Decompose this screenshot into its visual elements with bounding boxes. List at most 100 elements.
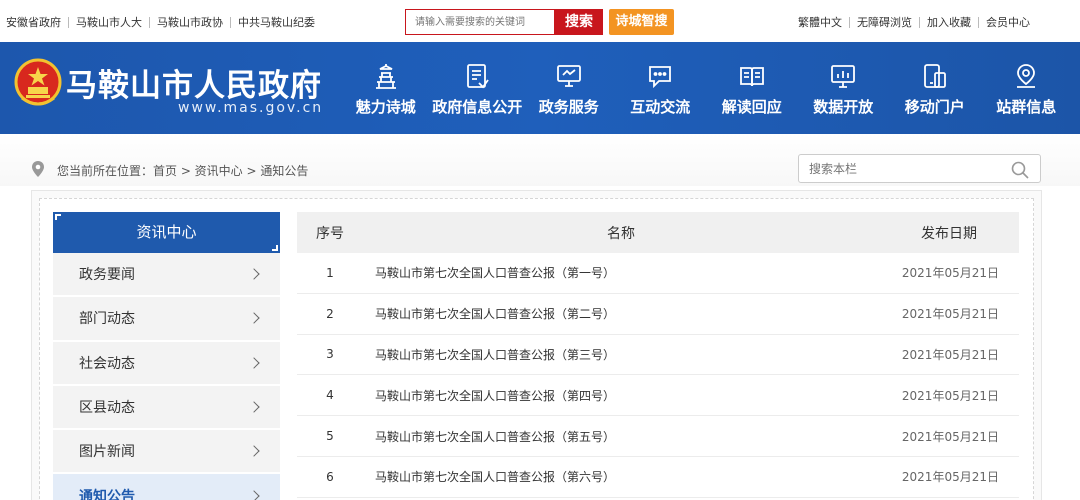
- chart-screen-icon: [831, 65, 856, 88]
- row-number: 4: [326, 388, 334, 403]
- chevron-right-icon: [248, 312, 260, 325]
- row-number: 2: [326, 306, 334, 321]
- nav-label: 互动交流: [630, 98, 691, 116]
- divider: [149, 16, 150, 28]
- table-row: 5 马鞍山市第七次全国人口普查公报（第五号） 2021年05月21日: [297, 416, 1019, 457]
- nav-mobile-portal[interactable]: 移动门户: [889, 42, 981, 134]
- nav-gov-info-public[interactable]: 政府信息公开: [432, 42, 524, 134]
- nav-interaction[interactable]: 互动交流: [615, 42, 707, 134]
- tower-icon: [375, 64, 396, 89]
- sidebar-item-dept-news[interactable]: 部门动态: [53, 297, 280, 342]
- nav-label: 解读回应: [721, 98, 782, 116]
- member-center-link[interactable]: 会员中心: [986, 14, 1030, 30]
- nav-site-group[interactable]: 站群信息: [981, 42, 1073, 134]
- sidebar-item-county-news[interactable]: 区县动态: [53, 385, 280, 431]
- sidebar-item-social-news[interactable]: 社会动态: [53, 341, 280, 386]
- breadcrumb: 您当前所在位置：首页 > 资讯中心 > 通知公告: [57, 164, 309, 178]
- traditional-chinese-link[interactable]: 繁體中文: [798, 14, 842, 30]
- chat-icon: [649, 66, 672, 89]
- row-title-link[interactable]: 马鞍山市第七次全国人口普查公报（第四号）: [363, 387, 879, 404]
- link-anhui-gov[interactable]: 安徽省政府: [6, 14, 61, 30]
- sidebar-item-label: 区县动态: [79, 400, 135, 417]
- table-row: 6 马鞍山市第七次全国人口普查公报（第六号） 2021年05月21日: [297, 457, 1019, 498]
- table-row: 2 马鞍山市第七次全国人口普查公报（第二号） 2021年05月21日: [297, 294, 1019, 335]
- smart-search-button[interactable]: 诗城智搜: [609, 9, 674, 35]
- nav-gov-services[interactable]: 政务服务: [523, 42, 615, 134]
- nav-label: 数据开放: [813, 98, 874, 116]
- link-mas-discipline[interactable]: 中共马鞍山纪委: [238, 14, 315, 30]
- divider: [68, 16, 69, 28]
- row-title-link[interactable]: 马鞍山市第七次全国人口普查公报（第三号）: [363, 346, 879, 363]
- sidebar: 资讯中心 政务要闻 部门动态 社会动态 区县动态 图片新闻 通知公告: [53, 212, 280, 500]
- breadcrumb-bar: 您当前所在位置：首页 > 资讯中心 > 通知公告: [0, 134, 1080, 186]
- corner-decoration: [55, 214, 61, 220]
- location-pin-icon: [32, 161, 44, 177]
- utility-links: 繁體中文 无障碍浏览 加入收藏 会员中心: [798, 14, 1030, 30]
- nav-interpretation[interactable]: 解读回应: [706, 42, 798, 134]
- nav-label: 政府信息公开: [432, 98, 523, 116]
- sidebar-item-label: 部门动态: [79, 311, 135, 328]
- row-title-link[interactable]: 马鞍山市第七次全国人口普查公报（第一号）: [363, 264, 879, 281]
- row-number: 3: [326, 347, 334, 362]
- sidebar-item-label: 通知公告: [79, 488, 135, 500]
- row-number: 5: [326, 429, 334, 444]
- site-title[interactable]: 马鞍山市人民政府: [66, 60, 322, 105]
- divider: [978, 16, 979, 28]
- top-utility-bar: 安徽省政府 马鞍山市人大 马鞍山市政协 中共马鞍山纪委 搜索 诗城智搜 繁體中文…: [0, 0, 1080, 42]
- row-date: 2021年05月21日: [901, 347, 999, 362]
- main-nav: 魅力诗城 政府信息公开 政务服务 互动交流 解读回应 数据开放 移动门户 站群信…: [340, 42, 1072, 134]
- row-date: 2021年05月21日: [901, 388, 999, 403]
- accessibility-link[interactable]: 无障碍浏览: [857, 14, 912, 30]
- row-date: 2021年05月21日: [901, 429, 999, 444]
- mobile-icon: [923, 64, 946, 88]
- sidebar-title: 资讯中心: [53, 212, 280, 253]
- location-icon: [1017, 64, 1036, 88]
- sidebar-item-notices[interactable]: 通知公告: [53, 474, 280, 500]
- table-row: 1 马鞍山市第七次全国人口普查公报（第一号） 2021年05月21日: [297, 253, 1019, 294]
- column-header-date: 发布日期: [921, 225, 977, 242]
- divider: [919, 16, 920, 28]
- row-date: 2021年05月21日: [901, 307, 999, 322]
- search-icon[interactable]: [1010, 160, 1030, 180]
- table-row: 3 马鞍山市第七次全国人口普查公报（第三号） 2021年05月21日: [297, 335, 1019, 376]
- nav-open-data[interactable]: 数据开放: [798, 42, 890, 134]
- search-button[interactable]: 搜索: [555, 9, 603, 35]
- site-url: www.mas.gov.cn: [178, 100, 324, 116]
- national-emblem-icon[interactable]: [14, 58, 62, 108]
- nav-label: 魅力诗城: [355, 98, 416, 116]
- row-title-link[interactable]: 马鞍山市第七次全国人口普查公报（第二号）: [363, 305, 879, 322]
- site-search-input[interactable]: [406, 10, 554, 35]
- document-icon: [467, 64, 489, 89]
- divider: [849, 16, 850, 28]
- sidebar-item-photo-news[interactable]: 图片新闻: [53, 430, 280, 475]
- row-date: 2021年05月21日: [901, 470, 999, 485]
- nav-label: 移动门户: [904, 98, 965, 116]
- external-links: 安徽省政府 马鞍山市人大 马鞍山市政协 中共马鞍山纪委: [6, 14, 315, 30]
- sidebar-item-label: 政务要闻: [79, 267, 135, 284]
- chevron-right-icon: [248, 489, 260, 500]
- link-mas-npc[interactable]: 马鞍山市人大: [76, 14, 142, 30]
- row-number: 6: [326, 469, 334, 484]
- monitor-icon: [556, 65, 581, 87]
- sidebar-item-label: 图片新闻: [79, 444, 135, 461]
- link-mas-cppcc[interactable]: 马鞍山市政协: [157, 14, 223, 30]
- nav-charm-poetry-city[interactable]: 魅力诗城: [340, 42, 432, 134]
- table-row: 4 马鞍山市第七次全国人口普查公报（第四号） 2021年05月21日: [297, 375, 1019, 417]
- column-header-name: 名称: [607, 225, 635, 242]
- sidebar-item-gov-news[interactable]: 政务要闻: [53, 253, 280, 298]
- row-title-link[interactable]: 马鞍山市第七次全国人口普查公报（第六号）: [363, 468, 879, 485]
- row-title-link[interactable]: 马鞍山市第七次全国人口普查公报（第五号）: [363, 428, 879, 445]
- add-favorite-link[interactable]: 加入收藏: [927, 14, 971, 30]
- nav-label: 政务服务: [538, 98, 599, 116]
- column-search-input[interactable]: [799, 155, 999, 182]
- chevron-right-icon: [248, 357, 260, 369]
- chevron-right-icon: [248, 268, 260, 280]
- column-header-no: 序号: [316, 225, 344, 242]
- table-header: 序号 名称 发布日期: [297, 212, 1019, 253]
- sidebar-item-label: 社会动态: [79, 355, 135, 372]
- row-date: 2021年05月21日: [901, 266, 999, 281]
- row-number: 1: [326, 265, 334, 280]
- book-icon: [739, 67, 764, 87]
- column-search-box: [798, 154, 1041, 183]
- sidebar-title-text: 资讯中心: [136, 223, 197, 241]
